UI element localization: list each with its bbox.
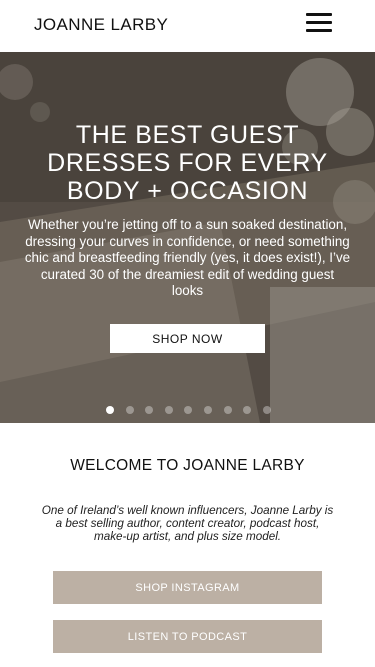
carousel-pagination xyxy=(106,406,282,414)
carousel-dot[interactable] xyxy=(243,406,252,414)
shop-now-button[interactable]: SHOP NOW xyxy=(110,324,265,353)
listen-to-podcast-button[interactable]: LISTEN TO PODCAST xyxy=(53,620,322,653)
carousel-dot[interactable] xyxy=(203,406,212,414)
hero-description: Whether you’re jetting off to a sun soak… xyxy=(24,217,351,299)
hamburger-menu-icon[interactable] xyxy=(306,13,332,33)
site-header: JOANNE LARBY xyxy=(0,0,375,52)
welcome-description: One of Ireland’s well known influencers,… xyxy=(41,504,334,543)
carousel-dot[interactable] xyxy=(145,406,154,414)
menu-bar xyxy=(306,13,332,16)
menu-bar xyxy=(306,21,332,24)
carousel-dot[interactable] xyxy=(184,406,193,414)
hero-carousel[interactable]: THE BEST GUEST DRESSES FOR EVERY BODY + … xyxy=(0,52,375,423)
carousel-dot[interactable] xyxy=(164,406,173,414)
shop-instagram-button[interactable]: SHOP INSTAGRAM xyxy=(53,571,322,604)
carousel-dot[interactable] xyxy=(106,406,114,414)
menu-bar xyxy=(306,29,332,32)
carousel-dot[interactable] xyxy=(125,406,134,414)
hero-title: THE BEST GUEST DRESSES FOR EVERY BODY + … xyxy=(47,121,328,205)
brand-logo-text[interactable]: JOANNE LARBY xyxy=(34,15,168,35)
carousel-dot[interactable] xyxy=(223,406,232,414)
welcome-heading: WELCOME TO JOANNE LARBY xyxy=(70,457,305,474)
carousel-dot[interactable] xyxy=(262,406,271,414)
